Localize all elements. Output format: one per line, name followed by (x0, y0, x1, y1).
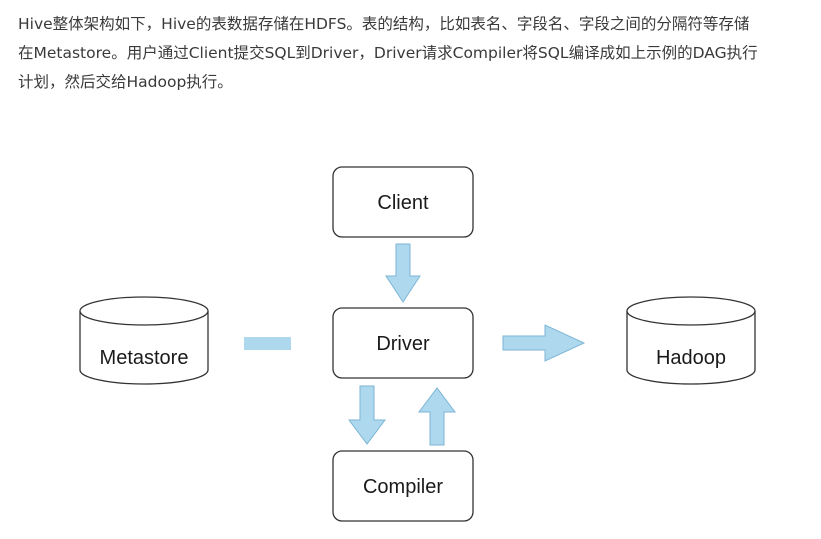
hive-architecture-diagram: Client Driver Compiler Metastore Hadoop (79, 166, 756, 522)
driver-label: Driver (376, 333, 430, 355)
client-to-driver-arrow (385, 243, 421, 303)
hadoop-cylinder: Hadoop (626, 296, 756, 385)
driver-to-compiler-arrow (348, 385, 386, 445)
metastore-cylinder: Metastore (79, 296, 209, 385)
client-node: Client (332, 166, 474, 238)
metastore-label: Metastore (100, 347, 189, 369)
compiler-to-driver-arrow (418, 387, 456, 446)
driver-to-hadoop-arrow (502, 324, 586, 362)
compiler-label: Compiler (363, 476, 443, 498)
client-label: Client (377, 192, 429, 214)
hadoop-label: Hadoop (656, 347, 726, 369)
metastore-driver-connector (244, 337, 291, 350)
driver-node: Driver (332, 307, 474, 379)
compiler-node: Compiler (332, 450, 474, 522)
